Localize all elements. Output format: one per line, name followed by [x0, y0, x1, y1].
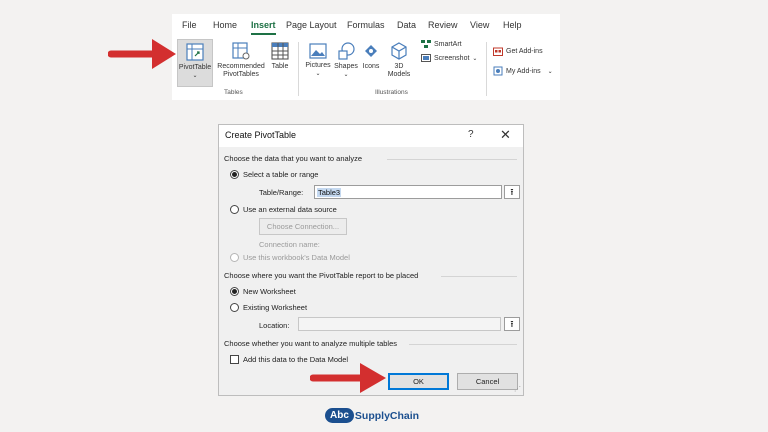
radio-table-range[interactable]: Select a table or range: [230, 170, 318, 179]
get-addins-label: Get Add-ins: [506, 47, 543, 55]
radio-table-range-label: Select a table or range: [243, 170, 319, 179]
radio-data-model-label: Use this workbook's Data Model: [243, 253, 350, 262]
help-button[interactable]: ?: [468, 129, 474, 140]
icons-label: Icons: [362, 63, 380, 70]
illustrations-group-label: Illustrations: [375, 89, 408, 96]
section-divider: [441, 276, 517, 277]
radio-indicator: [230, 205, 239, 214]
radio-external-source[interactable]: Use an external data source: [230, 205, 337, 214]
ribbon-tab-bar: File Home Insert Page Layout Formulas Da…: [172, 20, 560, 36]
tab-file[interactable]: File: [182, 20, 197, 30]
table-button[interactable]: Table: [268, 39, 292, 87]
store-icon: [493, 47, 503, 56]
table-icon: [271, 42, 289, 60]
table-range-value: Table3: [317, 188, 342, 197]
my-addins-label: My Add-ins: [506, 67, 541, 75]
smartart-button[interactable]: SmartArt: [421, 40, 462, 48]
radio-existing-worksheet-label: Existing Worksheet: [243, 303, 308, 312]
connection-name-label: Connection name:: [259, 240, 320, 249]
tab-view[interactable]: View: [470, 20, 489, 30]
close-button[interactable]: ✕: [500, 127, 511, 143]
tab-data[interactable]: Data: [397, 20, 416, 30]
recommended-pivottables-icon: [232, 42, 250, 60]
tab-home[interactable]: Home: [213, 20, 237, 30]
recommended-label-line2: PivotTables: [223, 71, 259, 78]
shapes-icon: [338, 42, 355, 60]
checkbox-indicator: [230, 355, 239, 364]
dialog-titlebar: Create PivotTable ? ✕: [219, 125, 523, 147]
red-arrow-ok-icon: [310, 363, 386, 393]
create-pivottable-dialog: Create PivotTable ? ✕ Choose the data th…: [218, 124, 524, 396]
pivottable-button[interactable]: PivotTable ⌄: [177, 39, 213, 87]
radio-new-worksheet-label: New Worksheet: [243, 287, 296, 296]
dialog-title: Create PivotTable: [225, 130, 297, 140]
tab-review[interactable]: Review: [428, 20, 458, 30]
radio-indicator: [230, 253, 239, 262]
my-addins-button[interactable]: My Add-ins ⌄: [493, 66, 553, 76]
pivottable-icon: [186, 43, 204, 61]
tab-page-layout[interactable]: Page Layout: [286, 20, 337, 30]
table-label: Table: [271, 63, 289, 70]
location-collapse-button[interactable]: ⭱: [504, 317, 520, 331]
choose-connection-button[interactable]: Choose Connection...: [259, 218, 347, 235]
section-report-location: Choose where you want the PivotTable rep…: [224, 271, 419, 280]
radio-external-source-label: Use an external data source: [243, 205, 337, 214]
shapes-button[interactable]: Shapes ⌄: [333, 39, 359, 87]
icons-button[interactable]: Icons: [360, 39, 382, 87]
pictures-icon: [309, 43, 327, 59]
smartart-icon: [421, 40, 431, 48]
location-input[interactable]: [298, 317, 501, 331]
red-arrow-pivottable-icon: [108, 39, 176, 69]
ok-button[interactable]: OK: [388, 373, 449, 390]
addins-icon: [493, 66, 503, 76]
my-addins-chevron-icon: ⌄: [547, 68, 553, 75]
pictures-button[interactable]: Pictures ⌄: [303, 39, 333, 87]
location-label: Location:: [259, 321, 290, 330]
table-range-collapse-button[interactable]: ⭱: [504, 185, 520, 199]
get-addins-button[interactable]: Get Add-ins: [493, 46, 543, 56]
radio-data-model[interactable]: Use this workbook's Data Model: [230, 253, 350, 262]
cube-icon: [391, 42, 407, 60]
radio-indicator: [230, 287, 239, 296]
tab-formulas[interactable]: Formulas: [347, 20, 385, 30]
radio-new-worksheet[interactable]: New Worksheet: [230, 287, 296, 296]
tab-insert[interactable]: Insert: [251, 20, 276, 35]
section-divider: [409, 344, 517, 345]
logo-abc-badge: Abc: [325, 408, 354, 423]
resize-grip-icon[interactable]: ⋰: [514, 385, 521, 393]
collapse-arrow-icon: ⭱: [510, 319, 514, 329]
radio-existing-worksheet[interactable]: Existing Worksheet: [230, 303, 307, 312]
excel-ribbon: File Home Insert Page Layout Formulas Da…: [172, 14, 560, 100]
section-multiple-tables: Choose whether you want to analyze multi…: [224, 339, 398, 348]
pivottable-label: PivotTable: [178, 64, 212, 71]
3d-models-label-line1: 3D: [394, 63, 404, 70]
section-analyze-data: Choose the data that you want to analyze: [224, 154, 363, 163]
group-separator: [486, 42, 487, 96]
screenshot-icon: [421, 54, 431, 62]
shapes-label: Shapes: [334, 63, 358, 70]
pictures-label: Pictures: [305, 62, 331, 69]
tables-group-label: Tables: [224, 89, 243, 96]
radio-indicator: [230, 303, 239, 312]
3d-models-label-line2: Models: [387, 71, 411, 78]
recommended-pivottables-button[interactable]: Recommended PivotTables: [216, 39, 266, 87]
section-divider: [387, 159, 517, 160]
table-range-label: Table/Range:: [259, 188, 304, 197]
recommended-label-line1: Recommended: [217, 63, 265, 70]
radio-indicator: [230, 170, 239, 179]
table-range-input[interactable]: Table3: [314, 185, 502, 199]
icons-icon: [365, 45, 377, 57]
logo-supplychain-text: SupplyChain: [354, 409, 420, 422]
smartart-label: SmartArt: [434, 40, 462, 48]
cancel-button[interactable]: Cancel: [457, 373, 518, 390]
collapse-arrow-icon: ⭱: [510, 187, 514, 197]
group-separator: [298, 42, 299, 96]
screenshot-label: Screenshot: [434, 54, 470, 62]
abc-supplychain-logo: Abc SupplyChain: [325, 408, 419, 423]
screenshot-button[interactable]: Screenshot ⌄: [421, 54, 477, 62]
tab-help[interactable]: Help: [503, 20, 522, 30]
3d-models-button[interactable]: 3D Models: [385, 39, 413, 87]
screenshot-chevron-icon: ⌄: [472, 55, 478, 62]
